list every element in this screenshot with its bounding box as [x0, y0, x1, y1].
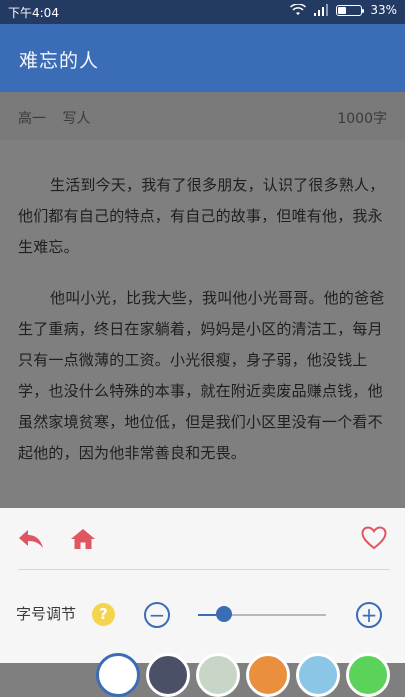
article-paragraph: 他叫小光，比我大些，我叫他小光哥哥。他的爸爸生了重病，终日在家躺着，妈妈是小区的…: [18, 289, 385, 462]
increase-font-button[interactable]: +: [356, 602, 382, 628]
battery-percent: 33%: [370, 3, 397, 17]
panel-divider: [18, 569, 390, 570]
status-time: 下午4:04: [8, 6, 59, 20]
article-paragraph: 生活到今天，我有了很多朋友，认识了很多熟人，他们都有自己的特点，有自己的故事，但…: [18, 176, 385, 256]
decrease-font-button[interactable]: −: [144, 602, 170, 628]
app-header: 难忘的人: [0, 24, 405, 92]
article-body[interactable]: 生活到今天，我有了很多朋友，认识了很多熟人，他们都有自己的特点，有自己的故事，但…: [0, 140, 405, 508]
reader-settings-panel: 字号调节 ? − +: [0, 508, 405, 697]
signal-icon: [314, 4, 329, 16]
battery-level: [338, 6, 346, 14]
wifi-icon: [290, 4, 307, 15]
genre-tag: 写人: [62, 111, 91, 127]
back-button[interactable]: [16, 524, 46, 554]
battery-icon: [336, 4, 365, 16]
help-icon[interactable]: ?: [92, 603, 115, 626]
theme-swatch[interactable]: [296, 653, 340, 697]
theme-swatch[interactable]: [196, 653, 240, 697]
meta-tags: 高一 写人: [18, 108, 102, 128]
theme-swatch[interactable]: [96, 653, 140, 697]
favorite-button[interactable]: [358, 523, 390, 553]
font-size-label: 字号调节: [16, 605, 77, 623]
grade-tag: 高一: [18, 111, 46, 127]
word-count: 1000字: [337, 111, 387, 127]
font-size-slider-thumb[interactable]: [215, 606, 232, 622]
status-bar: 下午4:04 33%: [0, 0, 405, 24]
theme-swatch[interactable]: [146, 653, 190, 697]
heart-icon: [361, 526, 387, 550]
theme-swatch[interactable]: [246, 653, 290, 697]
page-title: 难忘的人: [19, 50, 100, 72]
home-button[interactable]: [68, 524, 98, 554]
reply-arrow-icon: [19, 530, 43, 548]
home-icon: [71, 529, 95, 549]
theme-swatch[interactable]: [346, 653, 390, 697]
article-meta: 高一 写人 1000字: [0, 92, 405, 140]
status-right: 33%: [290, 3, 397, 17]
theme-swatches: [0, 653, 405, 697]
